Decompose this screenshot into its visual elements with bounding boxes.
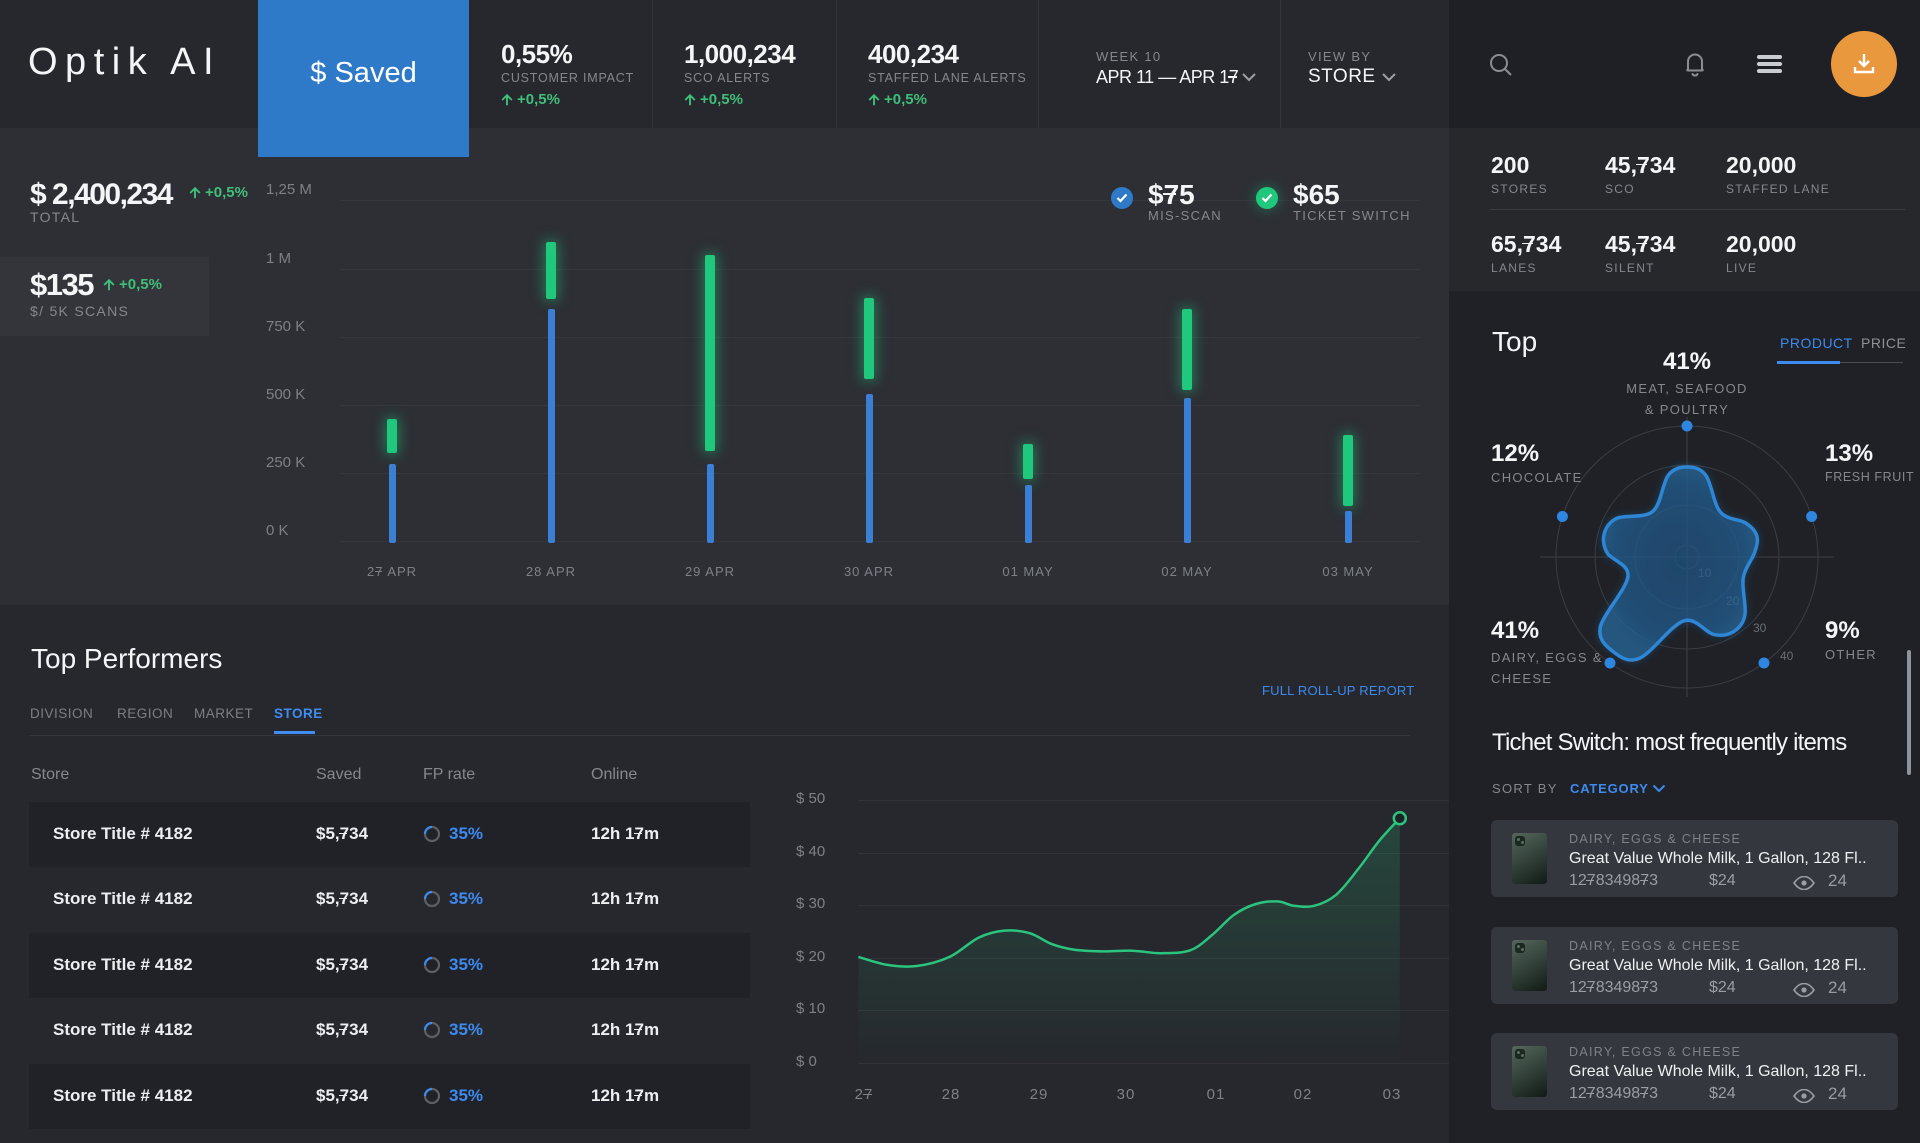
svg-text:30: 30 [1753, 621, 1767, 635]
svg-text:40: 40 [1780, 649, 1794, 663]
